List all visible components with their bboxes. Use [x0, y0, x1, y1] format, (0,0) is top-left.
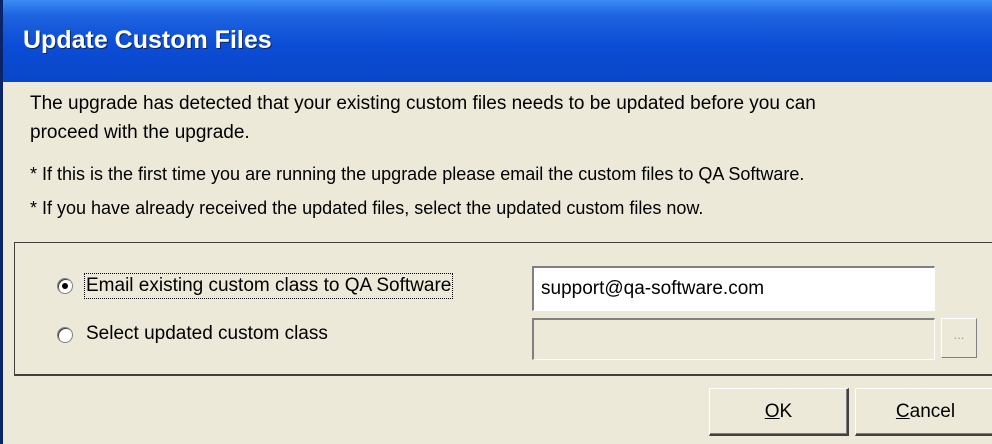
- bullet-first-time: * If this is the first time you are runn…: [30, 164, 805, 184]
- ok-label: K: [779, 400, 793, 422]
- ok-mnemonic: O: [764, 400, 780, 422]
- ok-button[interactable]: OK: [709, 388, 849, 436]
- email-address-field[interactable]: support@qa-software.com: [532, 266, 935, 311]
- cancel-label: ancel: [909, 400, 956, 422]
- cancel-button[interactable]: Cancel: [855, 388, 992, 436]
- cancel-mnemonic: C: [895, 400, 910, 422]
- message-line-2: proceed with the upgrade.: [30, 122, 250, 143]
- message-line-1: The upgrade has detected that your exist…: [30, 93, 816, 114]
- window-title: Update Custom Files: [23, 26, 272, 54]
- email-option-radio[interactable]: [57, 278, 73, 294]
- bullet-already-received: * If you have already received the updat…: [30, 198, 704, 218]
- update-custom-files-dialog: Update Custom Files The upgrade has dete…: [0, 0, 992, 444]
- custom-class-path-field[interactable]: [532, 318, 935, 360]
- email-option-label[interactable]: Email existing custom class to QA Softwa…: [83, 273, 454, 299]
- browse-button[interactable]: ...: [941, 318, 977, 358]
- select-option-radio[interactable]: [57, 327, 73, 343]
- select-option-label[interactable]: Select updated custom class: [86, 323, 328, 345]
- title-bar[interactable]: Update Custom Files: [3, 0, 992, 82]
- radio-selected-dot: [62, 283, 68, 289]
